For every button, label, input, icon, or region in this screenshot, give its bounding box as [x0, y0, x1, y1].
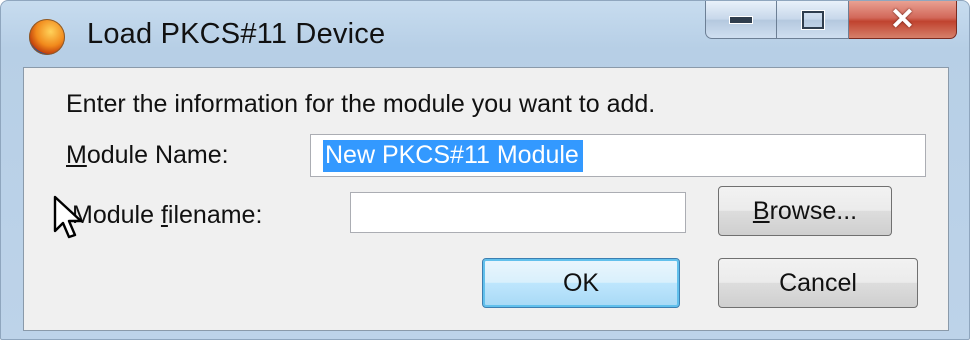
title-bar[interactable]: Load PKCS#11 Device ✕ — [1, 1, 969, 71]
module-filename-input[interactable] — [350, 192, 686, 233]
module-filename-label: Module filename: — [72, 201, 263, 229]
instruction-text: Enter the information for the module you… — [66, 90, 656, 118]
ok-button[interactable]: OK — [482, 258, 680, 308]
module-name-value: New PKCS#11 Module — [323, 140, 583, 172]
cancel-button[interactable]: Cancel — [718, 258, 918, 308]
firefox-icon — [29, 19, 65, 55]
dialog-window: Load PKCS#11 Device ✕ Enter the informat… — [0, 0, 970, 340]
minimize-button[interactable] — [705, 1, 777, 39]
caption-buttons: ✕ — [705, 1, 957, 41]
maximize-icon — [801, 10, 824, 29]
minimize-icon — [729, 15, 753, 24]
maximize-button[interactable] — [777, 1, 849, 39]
browse-button[interactable]: Browse... — [718, 186, 892, 236]
mouse-cursor-icon — [53, 195, 83, 239]
close-icon: ✕ — [889, 2, 916, 36]
close-button[interactable]: ✕ — [849, 1, 957, 39]
module-name-input[interactable]: New PKCS#11 Module — [310, 134, 926, 177]
dialog-body: Enter the information for the module you… — [23, 67, 949, 331]
window-title: Load PKCS#11 Device — [87, 18, 386, 50]
module-name-label: Module Name: — [66, 141, 229, 169]
